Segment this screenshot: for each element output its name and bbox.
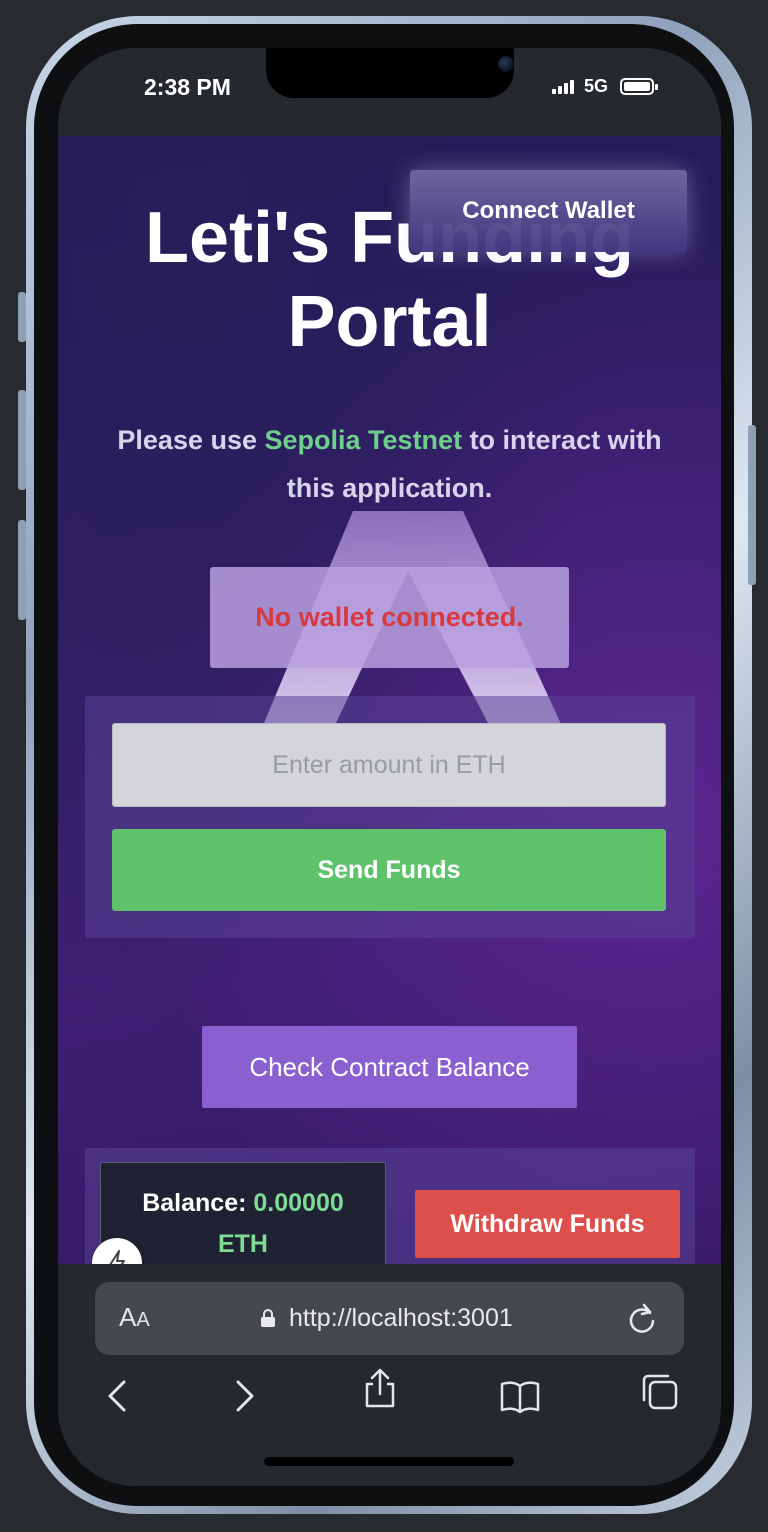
text-size-big: A <box>119 1302 137 1332</box>
text-size-button[interactable]: AA <box>119 1302 150 1333</box>
back-icon[interactable] <box>96 1374 140 1418</box>
power-button <box>748 425 756 585</box>
balance-label: Balance: <box>142 1189 254 1217</box>
address-bar[interactable]: AA http://localhost:3001 <box>95 1282 684 1355</box>
send-funds-card: Send Funds <box>85 696 695 938</box>
network-note-prefix: Please use <box>117 425 265 455</box>
tabs-icon[interactable] <box>638 1370 682 1414</box>
notch <box>266 48 514 98</box>
reload-icon[interactable] <box>627 1301 657 1335</box>
home-indicator[interactable] <box>264 1457 514 1466</box>
network-instruction: Please use Sepolia Testnet to interact w… <box>98 416 681 512</box>
camera-icon <box>498 56 514 72</box>
volume-up-button <box>18 390 26 490</box>
share-icon[interactable] <box>358 1366 402 1410</box>
send-funds-button[interactable]: Send Funds <box>112 829 666 911</box>
balance-value: 0.00000 <box>253 1189 344 1217</box>
volume-down-button <box>18 520 26 620</box>
screen: 2:38 PM 5G Leti's Funding Portal Connect… <box>58 48 721 1486</box>
status-bar: 2:38 PM 5G <box>58 48 721 136</box>
status-time: 2:38 PM <box>144 74 231 100</box>
network-label: 5G <box>584 76 609 96</box>
bookmarks-icon[interactable] <box>498 1374 542 1418</box>
balance-unit: ETH <box>217 1230 268 1258</box>
wallet-status-message: No wallet connected. <box>210 567 569 668</box>
amount-input[interactable] <box>112 723 666 807</box>
battery-icon <box>620 78 658 95</box>
text-size-small: A <box>136 1309 150 1331</box>
url-text[interactable]: http://localhost:3001 <box>289 1304 513 1333</box>
browser-toolbar: AA http://localhost:3001 <box>58 1264 721 1486</box>
withdraw-funds-button[interactable]: Withdraw Funds <box>415 1190 680 1258</box>
cellular-signal-icon <box>552 80 576 94</box>
connect-wallet-button[interactable]: Connect Wallet <box>410 170 687 252</box>
balance-display: Balance: 0.00000 ETH <box>100 1162 386 1264</box>
balance-card: Balance: 0.00000 ETH Withdraw Funds <box>85 1148 695 1264</box>
network-name: Sepolia Testnet <box>264 425 463 455</box>
web-content: Leti's Funding Portal Connect Wallet Ple… <box>58 136 721 1264</box>
silent-switch <box>18 292 26 342</box>
check-contract-balance-button[interactable]: Check Contract Balance <box>202 1026 577 1108</box>
bottom-navigation <box>58 1368 721 1434</box>
lock-icon <box>261 1309 275 1327</box>
forward-icon[interactable] <box>222 1374 266 1418</box>
